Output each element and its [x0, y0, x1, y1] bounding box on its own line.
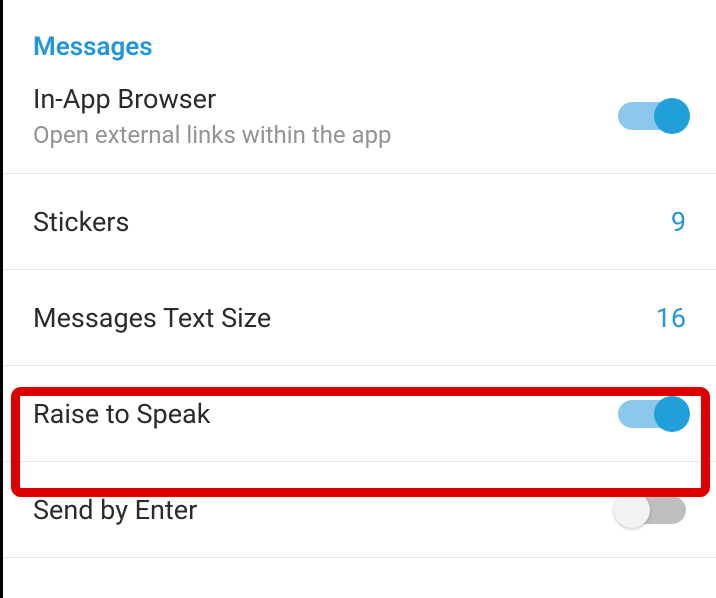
setting-title: In-App Browser [33, 83, 392, 115]
setting-send-by-enter[interactable]: Send by Enter [3, 462, 716, 558]
toggle-thumb [614, 492, 650, 528]
setting-raise-to-speak[interactable]: Raise to Speak [3, 366, 716, 462]
setting-title: Messages Text Size [33, 302, 271, 334]
setting-stickers[interactable]: Stickers 9 [3, 174, 716, 270]
section-header-messages: Messages [3, 0, 716, 78]
toggle-thumb [654, 396, 690, 432]
setting-subtitle: Open external links within the app [33, 121, 392, 149]
setting-title: Raise to Speak [33, 398, 210, 430]
setting-messages-text-size[interactable]: Messages Text Size 16 [3, 270, 716, 366]
toggle-in-app-browser[interactable] [618, 102, 686, 130]
toggle-raise-to-speak[interactable] [618, 400, 686, 428]
setting-value: 9 [671, 206, 686, 238]
setting-title: Send by Enter [33, 494, 197, 526]
setting-title: Stickers [33, 206, 129, 238]
toggle-thumb [654, 98, 690, 134]
toggle-send-by-enter[interactable] [618, 496, 686, 524]
setting-value: 16 [656, 302, 686, 334]
setting-text-group: In-App Browser Open external links withi… [33, 83, 392, 149]
setting-in-app-browser[interactable]: In-App Browser Open external links withi… [3, 78, 716, 174]
